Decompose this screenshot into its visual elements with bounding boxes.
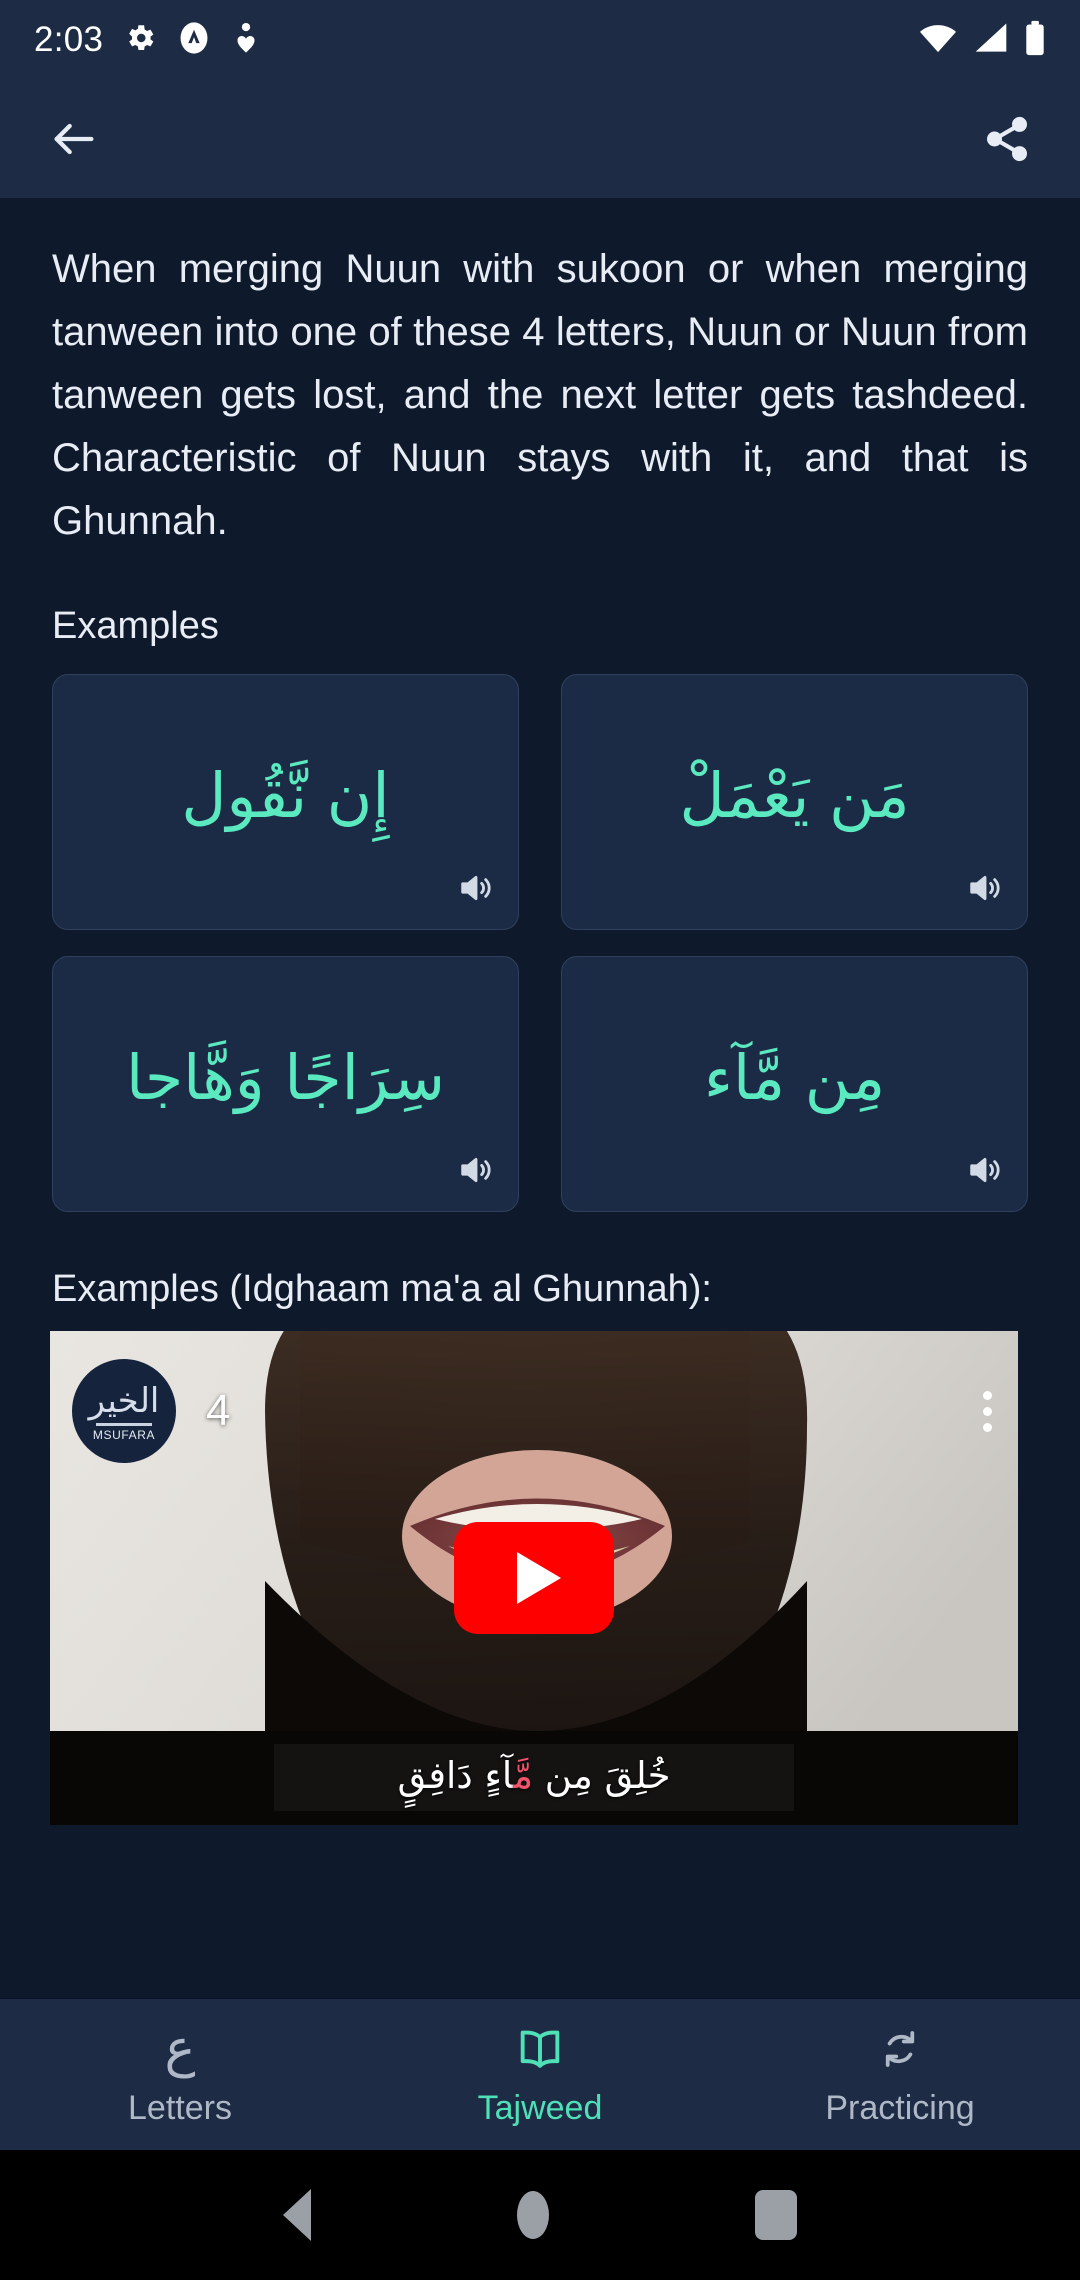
youtube-play-icon[interactable] <box>454 1522 614 1634</box>
more-vertical-icon[interactable] <box>983 1390 992 1432</box>
avatar-divider <box>96 1423 152 1426</box>
speaker-icon[interactable] <box>965 1150 1005 1195</box>
lesson-paragraph: When merging Nuun with sukoon or when me… <box>52 247 1028 543</box>
app-badge-icon <box>177 21 211 60</box>
nav-label-practicing: Practicing <box>825 2089 975 2127</box>
back-arrow-icon[interactable] <box>48 113 100 165</box>
battery-icon <box>1024 20 1046 61</box>
app-bar <box>0 80 1080 198</box>
example-card[interactable]: مَن يَعْمَلْ <box>561 674 1028 930</box>
caption-highlight: مَّ <box>513 1754 534 1797</box>
example-arabic-text: مَن يَعْمَلْ <box>679 758 910 832</box>
bottom-navigation: ع Letters Tajweed Practicing <box>0 1998 1080 2150</box>
video-caption-text: خُلِقَ مِن مَّآءٍ دَافِقٍ <box>274 1754 794 1797</box>
caption-part-before: خُلِقَ مِن <box>533 1754 671 1797</box>
caption-part-after: آءٍ دَافِقٍ <box>397 1754 514 1797</box>
open-book-icon <box>514 2021 566 2077</box>
speaker-icon[interactable] <box>456 868 496 913</box>
video-title: 4 <box>206 1386 231 1435</box>
cellular-signal-icon <box>972 21 1010 60</box>
nav-item-practicing[interactable]: Practicing <box>720 2021 1080 2128</box>
location-heart-icon <box>231 21 261 60</box>
youtube-player[interactable]: الخير MSUFARA 4 خُلِقَ مِن مَّآءٍ دَافِق… <box>50 1331 1018 1825</box>
arabic-ain-icon: ع <box>164 2021 195 2077</box>
example-arabic-text: إِن نَّقُول <box>181 758 390 832</box>
lesson-content: When merging Nuun with sukoon or when me… <box>0 198 1080 1998</box>
nav-label-letters: Letters <box>128 2089 232 2127</box>
status-clock: 2:03 <box>34 20 104 59</box>
video-section-heading: Examples (Idghaam ma'a al Ghunnah): <box>52 1268 712 1310</box>
channel-avatar[interactable]: الخير MSUFARA <box>72 1359 176 1463</box>
examples-heading: Examples <box>52 605 219 647</box>
example-arabic-text: مِن مَّآء <box>703 1040 886 1114</box>
avatar-channel-name: MSUFARA <box>92 1428 156 1442</box>
speaker-icon[interactable] <box>456 1150 496 1195</box>
status-bar-left: 2:03 <box>34 20 261 60</box>
nav-item-tajweed[interactable]: Tajweed <box>360 2021 720 2128</box>
status-bar: 2:03 <box>0 0 1080 80</box>
android-navigation-bar <box>0 2150 1080 2280</box>
app-root: 2:03 When merging Nuun with sukoon or wh… <box>0 0 1080 2280</box>
refresh-icon <box>875 2021 925 2077</box>
arabic-ain-glyph: ع <box>164 2019 196 2079</box>
example-card[interactable]: سِرَاجًا وَهَّاجا <box>52 956 519 1212</box>
gear-icon <box>123 21 157 60</box>
android-recents-button[interactable] <box>755 2190 797 2240</box>
share-icon[interactable] <box>982 114 1032 164</box>
android-back-button[interactable] <box>283 2189 311 2241</box>
speaker-icon[interactable] <box>965 868 1005 913</box>
examples-grid: إِن نَّقُول مَن يَعْمَلْ سِرَاجًا وَهَّا… <box>52 674 1028 1212</box>
avatar-calligraphy: الخير <box>88 1381 160 1421</box>
video-top-bar: الخير MSUFARA 4 <box>50 1331 1018 1491</box>
example-arabic-text: سِرَاجًا وَهَّاجا <box>125 1040 446 1114</box>
status-bar-right <box>918 20 1046 61</box>
nav-item-letters[interactable]: ع Letters <box>0 2021 360 2128</box>
android-home-button[interactable] <box>517 2191 549 2239</box>
video-caption: خُلِقَ مِن مَّآءٍ دَافِقٍ <box>274 1744 794 1811</box>
play-triangle <box>516 1552 561 1604</box>
nav-label-tajweed: Tajweed <box>477 2089 603 2127</box>
example-card[interactable]: إِن نَّقُول <box>52 674 519 930</box>
example-card[interactable]: مِن مَّآء <box>561 956 1028 1212</box>
wifi-icon <box>918 21 958 60</box>
